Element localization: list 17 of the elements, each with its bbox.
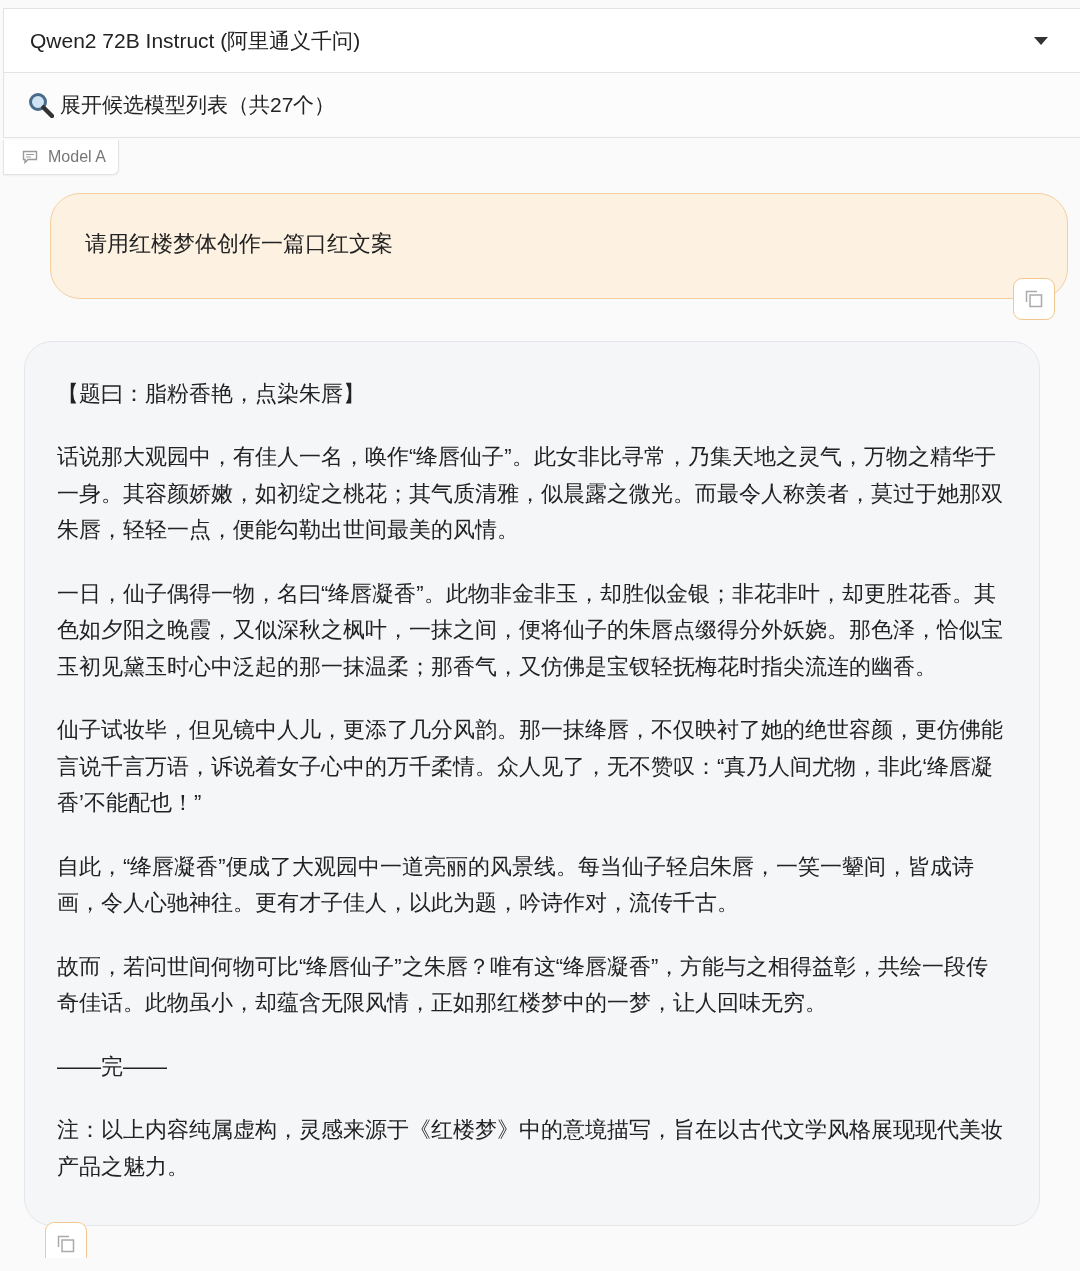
search-icon [28,92,54,118]
chat-label-text: Model A [48,148,106,166]
message-text: 仙子试妆毕，但见镜中人儿，更添了几分风韵。那一抹绛唇，不仅映衬了她的绝世容颜，更仿佛能言说千言万语，诉说着女子心中的万千柔情。众人见了，无不赞叹：“真乃人间尤物，非此‘绛唇凝香’不能配也！” [57,716,1004,817]
copy-button[interactable] [45,1222,87,1258]
chat-icon [22,150,38,164]
message-text: 请用红楼梦体创作一篇口红文案 [85,230,394,258]
message-text: 自此，“绛唇凝香”便成了大观园中一道亮丽的风景线。每当仙子轻启朱唇，一笑一颦间，皆成诗画，令人心驰神往。更有才子佳人，以此为题，吟诗作对，流传千古。 [57,852,975,917]
message-text: 话说那大观园中，有佳人一名，唤作“绛唇仙子”。此女非比寻常，乃集天地之灵气，万物之精华于一身。其容颜娇嫩，如初绽之桃花；其气质清雅，似晨露之微光。而最令人称羡者，莫过于她那双朱唇，轻轻一点，便能勾勒出世间最美的风情。 [57,443,1004,544]
message-text: ——完—— [57,1052,168,1081]
message-text: 注：以上内容纯属虚构，灵感来源于《红楼梦》中的意境描写，旨在以古代文学风格展现现代美妆产品之魅力。 [57,1116,1004,1181]
message-text: 故而，若问世间何物可比“绛唇仙子”之朱唇？唯有这“绛唇凝香”，方能与之相得益彰，共绘一段传奇佳话。此物虽小，却蕴含无限风情，正如那红楼梦中的一梦，让人回味无穷。 [57,952,990,1017]
copy-button[interactable] [1013,277,1055,320]
copy-icon [57,1235,75,1253]
copy-icon [1025,289,1043,308]
caret-icon [1034,36,1048,45]
message-text: 【题曰：脂粉香艳，点染朱唇】 [57,379,366,408]
message-text: 一日，仙子偶得一物，名曰“绛唇凝香”。此物非金非玉，却胜似金银；非花非叶，却更胜花香。其色如夕阳之晚霞，又似深秋之枫叶，一抹之间，便将仙子的朱唇点缀得分外妖娆。那色泽，恰似宝玉初见黛玉时心中泛起的那一抹温柔；那香气，又仿佛是宝钗轻抚梅花时指尖流连的幽香。 [57,579,1004,681]
